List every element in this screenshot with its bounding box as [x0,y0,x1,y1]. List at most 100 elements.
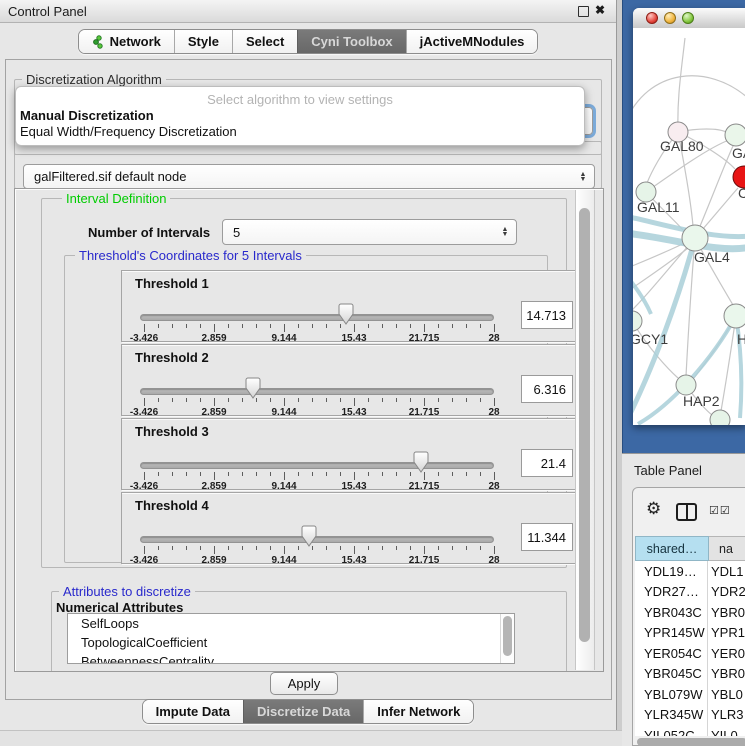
attribute-list-item[interactable]: SelfLoops [68,614,514,633]
slider-thumb[interactable] [245,377,261,399]
attribute-list-item[interactable]: TopologicalCoefficient [68,633,514,652]
slider-thumb[interactable] [413,451,429,473]
gear-icon[interactable]: ⚙ [646,500,661,517]
cell-shared-name[interactable]: YDL19… [635,561,708,582]
slider-thumb[interactable] [338,303,354,325]
cell-shared-name[interactable]: YIL052C [635,725,708,736]
slider-track[interactable] [140,314,494,321]
table-row[interactable]: YIL052CYIL0 [635,725,745,736]
network-edge[interactable] [633,76,745,123]
cell-shared-name[interactable]: YBL079W [635,684,708,705]
node-gcy1[interactable] [633,311,642,331]
cell-shared-name[interactable]: YBR045C [635,664,708,685]
column-header-name[interactable]: na [709,536,745,561]
table-row[interactable]: YPR145WYPR1 [635,623,745,644]
node-bottom[interactable] [710,410,730,425]
tick-label: 15.43 [341,333,366,344]
network-view-window[interactable]: GAL80GACGAL11GAL4GCY1HHAP2 [633,8,745,425]
top-tab-style[interactable]: Style [174,30,232,53]
top-tab-network[interactable]: Network [79,30,174,53]
cell-name[interactable]: YLR3 [708,705,745,726]
table-row[interactable]: YBR043CYBR0 [635,602,745,623]
node-h[interactable] [724,304,745,328]
top-tab-select[interactable]: Select [232,30,297,53]
scrollbar-thumb[interactable] [579,208,590,642]
dropdown-option-0[interactable]: Manual Discretization [16,108,584,124]
threshold-value-field[interactable]: 14.713 [521,301,573,329]
top-tab-jactivemnodules[interactable]: jActiveMNodules [406,30,538,53]
tick-label: 21.715 [409,555,440,566]
table-row[interactable]: YDR27…YDR2 [635,582,745,603]
slider-thumb[interactable] [301,525,317,547]
threshold-value-field[interactable]: 21.4 [521,449,573,477]
bottom-tab-discretize-data[interactable]: Discretize Data [243,700,363,723]
cell-name[interactable]: YDR2 [708,582,745,603]
node-ga[interactable] [725,124,745,146]
attributes-list-scrollbar[interactable] [500,614,514,663]
tick-mark [242,472,243,476]
zoom-traffic-light-icon[interactable] [682,12,694,24]
cell-shared-name[interactable]: YER054C [635,643,708,664]
bottom-tab-impute-data[interactable]: Impute Data [143,700,243,723]
network-graph[interactable]: GAL80GACGAL11GAL4GCY1HHAP2 [633,28,745,425]
cell-name[interactable]: YPR1 [708,623,745,644]
node-gal4[interactable] [682,225,708,251]
network-edge[interactable] [678,38,685,132]
tick-mark [368,398,369,402]
slider-track[interactable] [140,462,494,469]
node-table[interactable]: shared… na YDL19…YDL1YDR27…YDR2YBR043CYB… [635,536,745,736]
network-edge[interactable] [695,146,733,238]
threshold-value-field[interactable]: 11.344 [521,523,573,551]
cell-name[interactable]: YBL0 [708,684,745,705]
network-edge-highlighted[interactable] [633,274,651,314]
table-row[interactable]: YLR345WYLR3 [635,705,745,726]
table-row[interactable]: YDL19…YDL1 [635,561,745,582]
cyni-toolbox-panel: Discretization Algorithm ▲▼ Select algor… [5,59,612,700]
cell-shared-name[interactable]: YLR345W [635,705,708,726]
node-hap2[interactable] [676,375,696,395]
table-data-combo[interactable]: galFiltered.sif default node ▲▼ [23,164,595,189]
network-canvas[interactable]: GAL80GACGAL11GAL4GCY1HHAP2 [633,28,745,425]
slider-ticks [144,546,494,555]
numerical-attributes-list[interactable]: SelfLoopsTopologicalCoefficientBetweenne… [67,613,515,664]
main-vertical-scrollbar[interactable] [575,190,595,670]
scrollbar-thumb[interactable] [503,616,512,656]
minimize-traffic-light-icon[interactable] [664,12,676,24]
top-tab-cyni-toolbox[interactable]: Cyni Toolbox [297,30,405,53]
tick-mark [396,324,397,328]
table-row[interactable]: YBR045CYBR0 [635,664,745,685]
close-traffic-light-icon[interactable] [646,12,658,24]
cell-shared-name[interactable]: YBR043C [635,602,708,623]
thresholds-group: Threshold's Coordinates for 5 Intervals … [64,255,548,563]
float-window-icon[interactable] [578,6,589,17]
apply-button[interactable]: Apply [270,672,338,695]
network-window-titlebar[interactable] [633,8,745,29]
column-header-shared-name[interactable]: shared… [635,536,709,561]
tick-mark [270,324,271,328]
cell-shared-name[interactable]: YDR27… [635,582,708,603]
tick-mark [410,472,411,476]
attribute-list-item[interactable]: BetweennessCentrality [68,652,514,664]
dropdown-placeholder: Select algorithm to view settings [16,92,584,108]
dropdown-option-1[interactable]: Equal Width/Frequency Discretization [16,124,584,140]
table-row[interactable]: YBL079WYBL0 [635,684,745,705]
cell-name[interactable]: YBR0 [708,602,745,623]
split-table-icon[interactable] [676,503,697,521]
cell-name[interactable]: YBR0 [708,664,745,685]
tick-mark [200,472,201,476]
cell-shared-name[interactable]: YPR145W [635,623,708,644]
table-row[interactable]: YER054CYER0 [635,643,745,664]
close-icon[interactable]: ✖ [595,3,605,17]
num-intervals-combo[interactable]: 5 ▲▼ [222,219,517,245]
tick-mark [480,398,481,402]
tick-mark [256,546,257,550]
slider-track[interactable] [140,388,494,395]
bottom-tab-infer-network[interactable]: Infer Network [363,700,473,723]
threshold-value-field[interactable]: 6.316 [521,375,573,403]
threshold-label: Threshold 2 [135,350,209,365]
cell-name[interactable]: YIL0 [708,725,745,736]
cell-name[interactable]: YER0 [708,643,745,664]
slider-track[interactable] [140,536,494,543]
select-columns-icon[interactable]: ☑☑ [709,504,731,517]
cell-name[interactable]: YDL1 [708,561,745,582]
